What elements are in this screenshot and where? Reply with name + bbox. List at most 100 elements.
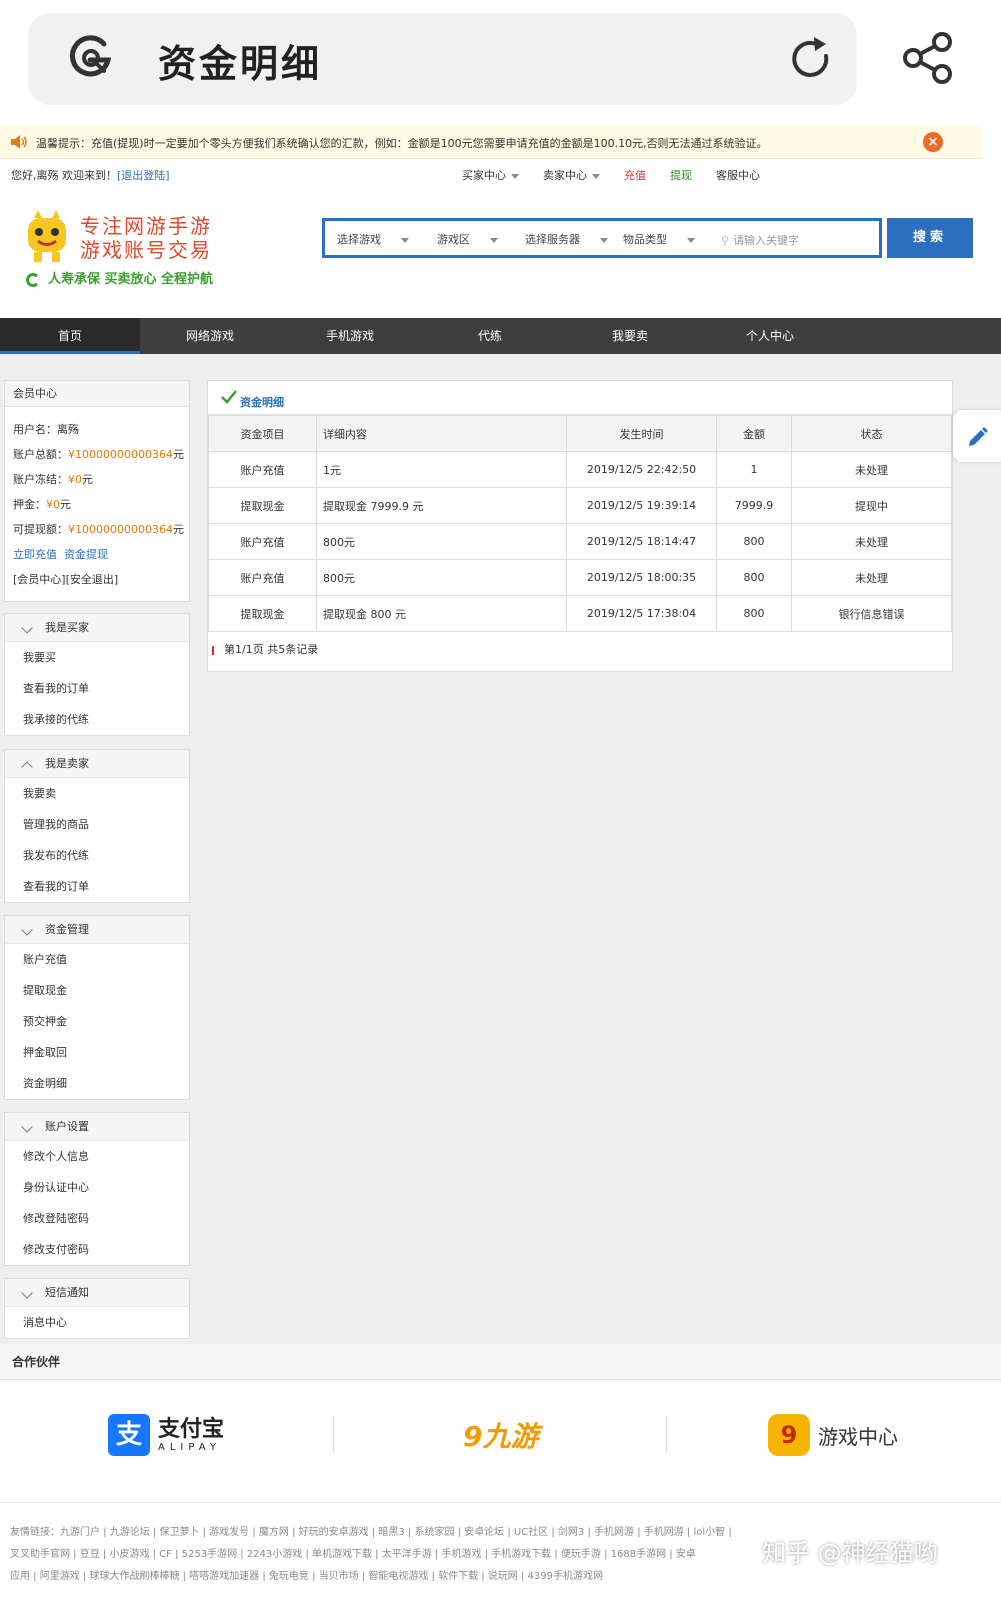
site-header: 专注网游手游 游戏账号交易 人寿承保 买卖放心 全程护航 选择游戏 游戏区 选择… <box>0 188 982 318</box>
nav-boosting[interactable]: 代练 <box>420 318 560 354</box>
menu-item-fund-details[interactable]: 资金明细 <box>5 1068 189 1099</box>
mascot-logo-icon[interactable] <box>24 210 70 264</box>
nav-home[interactable]: 首页 <box>0 318 140 354</box>
member-center-link[interactable]: [会员中心] <box>13 573 66 586</box>
group-header-seller[interactable]: 我是卖家 <box>5 750 189 778</box>
menu-item-buy[interactable]: 我要买 <box>5 642 189 673</box>
menu-item-recharge[interactable]: 账户充值 <box>5 944 189 975</box>
group-header-funds[interactable]: 资金管理 <box>5 916 189 944</box>
menu-item-identity[interactable]: 身份认证中心 <box>5 1172 189 1203</box>
customer-service-link[interactable]: 客服中心 <box>716 167 760 183</box>
gamecenter-name: 游戏中心 <box>818 1424 898 1449</box>
chevron-down-icon <box>21 924 33 936</box>
frozen-value: ¥0 <box>68 473 82 486</box>
cell-amount: 800 <box>716 559 792 596</box>
column-header: 状态 <box>791 415 952 452</box>
group-header-sms[interactable]: 短信通知 <box>5 1279 189 1307</box>
cell-amount: 1 <box>716 451 792 488</box>
cell-amount: 800 <box>716 523 792 560</box>
menu-item-my-orders[interactable]: 查看我的订单 <box>5 673 189 704</box>
share-icon[interactable] <box>900 30 956 86</box>
cell-status: 未处理 <box>791 523 952 560</box>
chevron-down-icon <box>600 237 608 243</box>
recharge-link[interactable]: 充值 <box>624 167 646 183</box>
cell-status: 提现中 <box>791 487 952 524</box>
balance-value: ¥10000000000364 <box>68 448 173 461</box>
menu-item-sell[interactable]: 我要卖 <box>5 778 189 809</box>
menu-item-published-boosts[interactable]: 我发布的代练 <box>5 840 189 871</box>
close-icon[interactable]: × <box>923 132 943 152</box>
partners-title: 合作伙伴 <box>0 1344 1001 1380</box>
cell-time: 2019/12/5 22:42:50 <box>566 451 717 488</box>
logout-link[interactable]: [退出登陆] <box>117 169 170 182</box>
friend-links-line3[interactable]: 应用 | 阿里游戏 | 球球大作战刷棒棒糖 | 嗒嗒游戏加速器 | 兔玩电竞 |… <box>10 1567 995 1582</box>
nav-online-games[interactable]: 网络游戏 <box>140 318 280 354</box>
notice-bar: 温馨提示：充值(提现)时一定要加个零头方便我们系统确认您的汇款，例如：金额是10… <box>0 126 982 159</box>
page-title: 资金明细 <box>158 41 323 86</box>
column-header: 发生时间 <box>566 415 717 452</box>
group-seller: 我是卖家 我要卖 管理我的商品 我发布的代练 查看我的订单 <box>4 749 190 903</box>
cell-item: 提取现金 <box>208 595 317 632</box>
menu-item-deposit-return[interactable]: 押金取回 <box>5 1037 189 1068</box>
search-button[interactable]: 搜索 <box>887 218 973 258</box>
alipay-name-en: ALIPAY <box>158 1441 221 1453</box>
alipay-icon: 支 <box>108 1414 150 1456</box>
edit-button[interactable] <box>953 410 1001 462</box>
buyer-center-link[interactable]: 买家中心 <box>462 167 519 183</box>
partner-alipay[interactable]: 支 支付宝 ALIPAY <box>108 1410 224 1460</box>
menu-item-seller-orders[interactable]: 查看我的订单 <box>5 871 189 902</box>
seller-center-link[interactable]: 卖家中心 <box>543 167 600 183</box>
recharge-now-link[interactable]: 立即充值 <box>13 548 57 561</box>
withdraw-funds-link[interactable]: 资金提现 <box>64 548 108 561</box>
safe-logout-link[interactable]: [安全退出] <box>66 573 119 586</box>
select-zone[interactable]: 游戏区 <box>437 231 498 247</box>
chevron-down-icon <box>592 173 600 179</box>
guarantee-icon <box>26 272 40 287</box>
select-item-type[interactable]: 物品类型 <box>623 231 695 247</box>
menu-item-login-password[interactable]: 修改登陆密码 <box>5 1203 189 1234</box>
select-server[interactable]: 选择服务器 <box>525 231 608 247</box>
group-header-buyer[interactable]: 我是买家 <box>5 614 189 642</box>
menu-item-prepay-deposit[interactable]: 预交押金 <box>5 1006 189 1037</box>
table-row: 账户充值 800元 2019/12/5 18:14:47 800 未处理 <box>208 523 952 560</box>
speaker-icon <box>11 135 27 149</box>
nav-mobile-games[interactable]: 手机游戏 <box>280 318 420 354</box>
group-sms: 短信通知 消息中心 <box>4 1278 190 1339</box>
table-row: 账户充值 1元 2019/12/5 22:42:50 1 未处理 <box>208 451 952 488</box>
withdraw-link[interactable]: 提现 <box>670 167 692 183</box>
cell-status: 未处理 <box>791 559 952 596</box>
search-engine-icon[interactable] <box>64 30 116 82</box>
chevron-down-icon <box>21 622 33 634</box>
table-row: 提取现金 提取现金 800 元 2019/12/5 17:38:04 800 银… <box>208 595 952 632</box>
table-header: 资金项目 详细内容 发生时间 金额 状态 <box>208 415 952 452</box>
welcome-text: 您好,离殇 欢迎来到！ <box>11 169 117 182</box>
partners-section: 支 支付宝 ALIPAY 9九游 9 游戏中心 <box>0 1380 1001 1500</box>
column-header: 资金项目 <box>208 415 317 452</box>
menu-item-edit-profile[interactable]: 修改个人信息 <box>5 1141 189 1172</box>
checkmark-icon <box>221 390 237 404</box>
slogan-line3: 人寿承保 买卖放心 全程护航 <box>48 272 214 287</box>
main-nav: 首页 网络游戏 手机游戏 代练 我要卖 个人中心 <box>0 318 1001 354</box>
nav-personal-center[interactable]: 个人中心 <box>700 318 840 354</box>
keyword-input[interactable]: ⚲ 请输入关键字 <box>721 232 799 248</box>
withdrawable-value: ¥10000000000364 <box>68 523 173 536</box>
watermark: 知乎 @神经猫哟 <box>762 1539 938 1567</box>
cell-detail: 800元 <box>316 523 567 560</box>
menu-item-my-boosts[interactable]: 我承接的代练 <box>5 704 189 735</box>
cell-detail: 提取现金 7999.9 元 <box>316 487 567 524</box>
select-game[interactable]: 选择游戏 <box>337 231 409 247</box>
group-buyer: 我是买家 我要买 查看我的订单 我承接的代练 <box>4 613 190 736</box>
partner-gamecenter[interactable]: 9 游戏中心 <box>768 1410 898 1460</box>
cell-item: 提取现金 <box>208 487 317 524</box>
menu-item-manage-goods[interactable]: 管理我的商品 <box>5 809 189 840</box>
menu-item-pay-password[interactable]: 修改支付密码 <box>5 1234 189 1265</box>
address-bar[interactable] <box>28 13 857 105</box>
menu-item-withdraw[interactable]: 提取现金 <box>5 975 189 1006</box>
reload-icon[interactable] <box>786 34 836 84</box>
menu-item-messages[interactable]: 消息中心 <box>5 1307 189 1338</box>
chevron-down-icon <box>21 1287 33 1299</box>
cell-item: 账户充值 <box>208 523 317 560</box>
group-header-account[interactable]: 账户设置 <box>5 1113 189 1141</box>
nav-sell[interactable]: 我要卖 <box>560 318 700 354</box>
partner-jiuyou[interactable]: 9九游 <box>463 1410 539 1460</box>
